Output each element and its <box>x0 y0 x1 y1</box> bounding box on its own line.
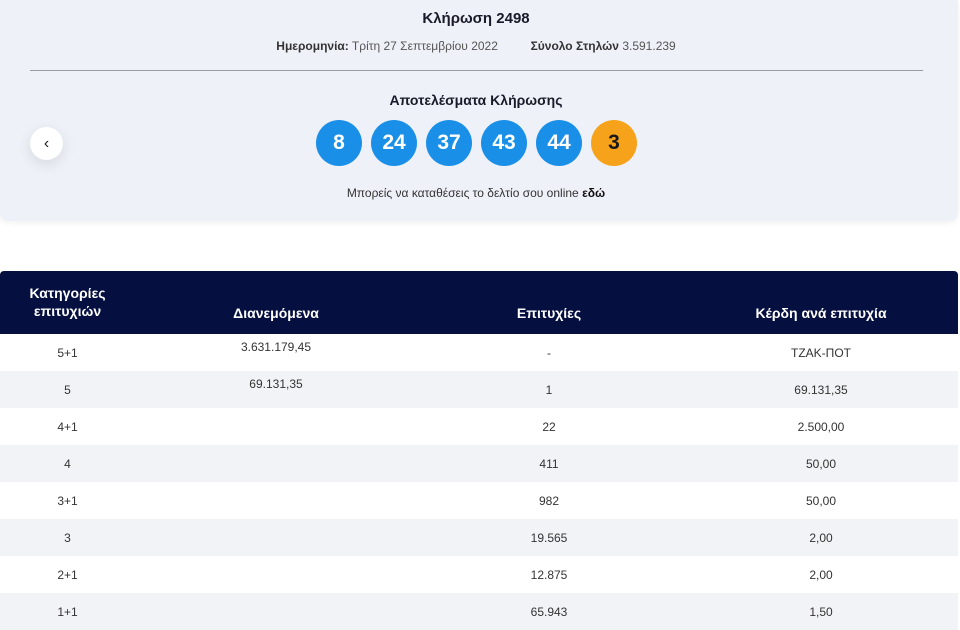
category-cell: 3+1 <box>57 494 78 508</box>
previous-draw-button[interactable]: ‹ <box>30 127 63 160</box>
columns-value: 3.591.239 <box>622 39 676 53</box>
number-ball: 37 <box>426 120 472 166</box>
prize-cell: 50,00 <box>805 494 837 508</box>
prize-table-header: Κατηγορίες επιτυχιών Διανεμόμενα Επιτυχί… <box>0 271 958 334</box>
online-play-label: Μπορείς να καταθέσεις το δελτίο σου onli… <box>346 186 579 200</box>
online-play-link[interactable]: εδώ <box>582 186 605 200</box>
date-label: Ημερομηνία: <box>276 39 349 53</box>
draw-meta: Ημερομηνία: Τρίτη 27 Σεπτεμβρίου 2022 Σύ… <box>0 39 952 53</box>
prize-cell: 2.500,00 <box>797 420 845 434</box>
distributed-cell: 3.631.179,45 <box>240 340 312 354</box>
draw-title: Κλήρωση 2498 <box>422 10 530 27</box>
header-prize-per-winner: Κέρδη ανά επιτυχία <box>755 305 887 321</box>
table-row: 4 411 50,00 <box>0 445 958 482</box>
winning-numbers: 8 24 37 43 44 3 <box>316 120 637 166</box>
category-cell: 4+1 <box>57 420 78 434</box>
chevron-left-icon: ‹ <box>43 134 50 152</box>
number-ball: 43 <box>481 120 527 166</box>
table-row: 5+1 3.631.179,45 - ΤΖΑΚ-ΠΟΤ <box>0 334 958 371</box>
prize-cell: 1,50 <box>809 605 833 619</box>
prize-cell: 69.131,35 <box>794 383 848 397</box>
category-cell: 5+1 <box>57 346 78 360</box>
prize-cell: 2,00 <box>809 531 833 545</box>
winners-cell: 19.565 <box>530 531 568 545</box>
winners-cell: 12.875 <box>530 568 568 582</box>
prize-table: Κατηγορίες επιτυχιών Διανεμόμενα Επιτυχί… <box>0 271 958 630</box>
date-value: Τρίτη 27 Σεπτεμβρίου 2022 <box>351 39 498 53</box>
divider <box>30 70 923 71</box>
table-row: 3+1 982 50,00 <box>0 482 958 519</box>
winners-cell: - <box>547 346 551 360</box>
header-distributed: Διανεμόμενα <box>233 305 319 321</box>
category-cell: 4 <box>64 457 71 471</box>
winners-cell: 1 <box>545 383 553 397</box>
table-row: 2+1 12.875 2,00 <box>0 556 958 593</box>
prize-cell: ΤΖΑΚ-ΠΟΤ <box>791 346 851 360</box>
table-row: 3 19.565 2,00 <box>0 519 958 556</box>
winners-cell: 982 <box>538 494 560 508</box>
category-cell: 1+1 <box>57 605 78 619</box>
header-winners: Επιτυχίες <box>516 305 582 321</box>
distributed-cell: 69.131,35 <box>249 377 303 391</box>
number-ball: 44 <box>536 120 582 166</box>
columns-label: Σύνολο Στηλών <box>530 39 619 53</box>
joker-ball: 3 <box>591 120 637 166</box>
prize-table-body: 5+1 3.631.179,45 - ΤΖΑΚ-ΠΟΤ 5 69.131,35 … <box>0 334 958 630</box>
table-row: 1+1 65.943 1,50 <box>0 593 958 630</box>
results-title: Αποτελέσματα Κλήρωσης <box>389 92 563 108</box>
number-ball: 8 <box>316 120 362 166</box>
winners-cell: 411 <box>539 457 559 471</box>
category-cell: 2+1 <box>57 568 78 582</box>
category-cell: 3 <box>64 531 71 545</box>
prize-cell: 2,00 <box>809 568 833 582</box>
online-play-text: Μπορείς να καταθέσεις το δελτίο σου onli… <box>0 186 952 200</box>
category-cell: 5 <box>64 383 71 397</box>
prize-cell: 50,00 <box>805 457 837 471</box>
draw-summary-card: Κλήρωση 2498 Ημερομηνία: Τρίτη 27 Σεπτεμ… <box>0 0 958 221</box>
table-row: 4+1 22 2.500,00 <box>0 408 958 445</box>
winners-cell: 22 <box>542 420 556 434</box>
winners-cell: 65.943 <box>530 605 568 619</box>
header-categories: Κατηγορίες επιτυχιών <box>29 285 106 319</box>
table-row: 5 69.131,35 1 69.131,35 <box>0 371 958 408</box>
number-ball: 24 <box>371 120 417 166</box>
